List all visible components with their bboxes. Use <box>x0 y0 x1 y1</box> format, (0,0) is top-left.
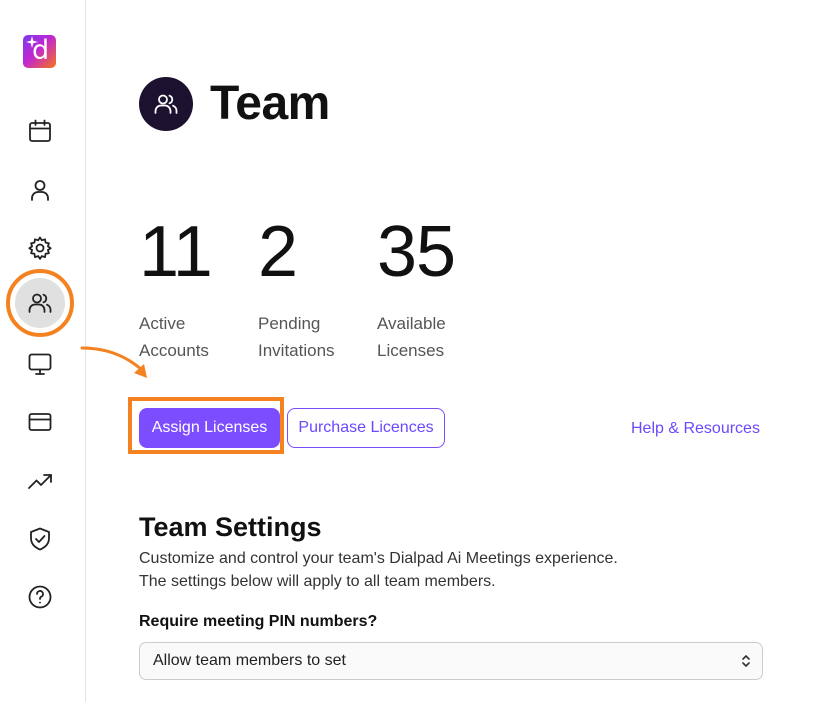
users-icon <box>28 293 52 313</box>
stat-label: Available Licenses <box>377 310 487 364</box>
stat-label-line: Licenses <box>377 341 445 360</box>
sidebar-item-team-highlight[interactable] <box>6 269 74 337</box>
stat-label: Active Accounts <box>139 310 249 364</box>
description-line: Customize and control your team's Dialpa… <box>139 550 618 567</box>
team-settings-description: Customize and control your team's Dialpa… <box>139 547 618 593</box>
description-line: The settings below will apply to all tea… <box>139 573 496 590</box>
stat-active-accounts: 11 Active Accounts <box>139 214 249 364</box>
logo-letter: d <box>32 35 50 66</box>
select-chevron-icon <box>742 655 750 667</box>
help-resources-link[interactable]: Help & Resources <box>631 420 760 438</box>
stat-label-line: Active <box>139 314 186 333</box>
calendar-icon[interactable] <box>27 118 53 144</box>
assign-licenses-button[interactable]: Assign Licenses <box>139 408 280 448</box>
pin-setting-select[interactable]: Allow team members to set <box>139 642 763 680</box>
stat-pending-invitations: 2 Pending Invitations <box>258 214 368 364</box>
shield-check-icon[interactable] <box>27 526 53 552</box>
help-circle-icon[interactable] <box>27 584 53 610</box>
stat-value: 35 <box>377 212 456 292</box>
page-title: Team <box>210 77 330 130</box>
sidebar-item-team[interactable] <box>15 278 65 328</box>
pin-setting-label: Require meeting PIN numbers? <box>139 613 378 630</box>
sidebar: d <box>0 0 86 702</box>
gear-icon[interactable] <box>27 235 53 261</box>
stat-label-line: Accounts <box>139 341 209 360</box>
stat-value: 11 <box>139 212 213 292</box>
purchase-licences-button[interactable]: Purchase Licences <box>287 408 445 448</box>
team-icon <box>139 77 193 131</box>
pin-setting-value: Allow team members to set <box>153 652 346 669</box>
user-icon[interactable] <box>27 177 53 203</box>
dialpad-logo[interactable]: d <box>23 35 56 68</box>
stat-label-line: Available <box>377 314 446 333</box>
monitor-icon[interactable] <box>27 351 53 377</box>
stat-label: Pending Invitations <box>258 310 368 364</box>
team-settings-heading: Team Settings <box>139 512 322 542</box>
credit-card-icon[interactable] <box>27 409 53 435</box>
stat-available-licenses: 35 Available Licenses <box>377 214 487 364</box>
stat-value: 2 <box>258 212 298 292</box>
main-content: Team 11 Active Accounts 2 Pending Invita… <box>86 0 834 702</box>
stat-label-line: Pending <box>258 314 321 333</box>
trending-up-icon[interactable] <box>27 468 53 494</box>
stat-label-line: Invitations <box>258 341 335 360</box>
